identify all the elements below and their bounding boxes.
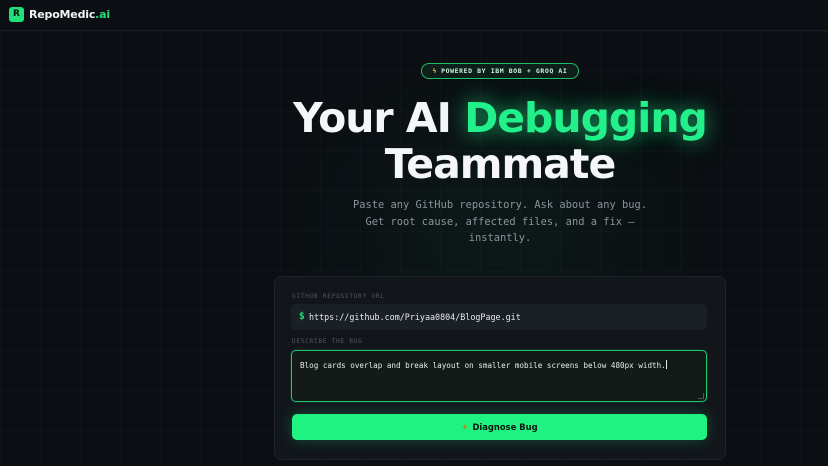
hero-subtitle-line3: instantly.: [468, 232, 532, 244]
hero-subtitle-line2: Get root cause, affected files, and a fi…: [365, 215, 635, 228]
repo-url-label: GITHUB REPOSITORY URL: [292, 293, 385, 300]
hero-title-plain: Your AI: [293, 94, 465, 142]
powered-by-text: POWERED BY IBM BOB + GROQ AI: [441, 67, 568, 75]
repo-url-value: https://github.com/Priyaa0804/BlogPage.g…: [309, 312, 521, 322]
brand-suffix: .ai: [95, 8, 110, 21]
logo-icon[interactable]: R: [9, 7, 24, 22]
sparkle-icon: ✦: [461, 422, 469, 432]
diagnose-bug-button[interactable]: ✦ Diagnose Bug: [292, 414, 707, 440]
repo-url-input[interactable]: $ https://github.com/Priyaa0804/BlogPage…: [291, 304, 707, 330]
top-navbar: R RepoMedic.ai: [0, 0, 828, 31]
hero-subtitle-line1: Paste any GitHub repository. Ask about a…: [352, 199, 648, 211]
text-caret: [665, 360, 667, 369]
hero-title-accent: Debugging: [464, 94, 708, 142]
resize-handle-icon[interactable]: [698, 393, 704, 399]
bug-description-text: Blog cards overlap and break layout on s…: [300, 361, 666, 370]
diagnose-bug-label: Diagnose Bug: [472, 422, 538, 432]
bug-description-label: DESCRIBE THE BUG: [292, 338, 363, 345]
hero-title-line1: Your AI Debugging: [200, 94, 800, 142]
bug-description-textarea[interactable]: Blog cards overlap and break layout on s…: [291, 350, 707, 402]
page: R RepoMedic.ai ϟ POWERED BY IBM BOB + GRO…: [0, 0, 828, 466]
bug-description-value: Blog cards overlap and break layout on s…: [300, 360, 667, 370]
brand-name-text: RepoMedic: [29, 8, 96, 21]
hero-title-line2: Teammate: [384, 140, 617, 188]
terminal-prompt-icon: $: [299, 311, 305, 322]
brand-name[interactable]: RepoMedic.ai: [29, 8, 110, 21]
powered-by-badge: ϟ POWERED BY IBM BOB + GROQ AI: [421, 63, 579, 79]
lightning-bolt-icon: ϟ: [432, 67, 438, 75]
